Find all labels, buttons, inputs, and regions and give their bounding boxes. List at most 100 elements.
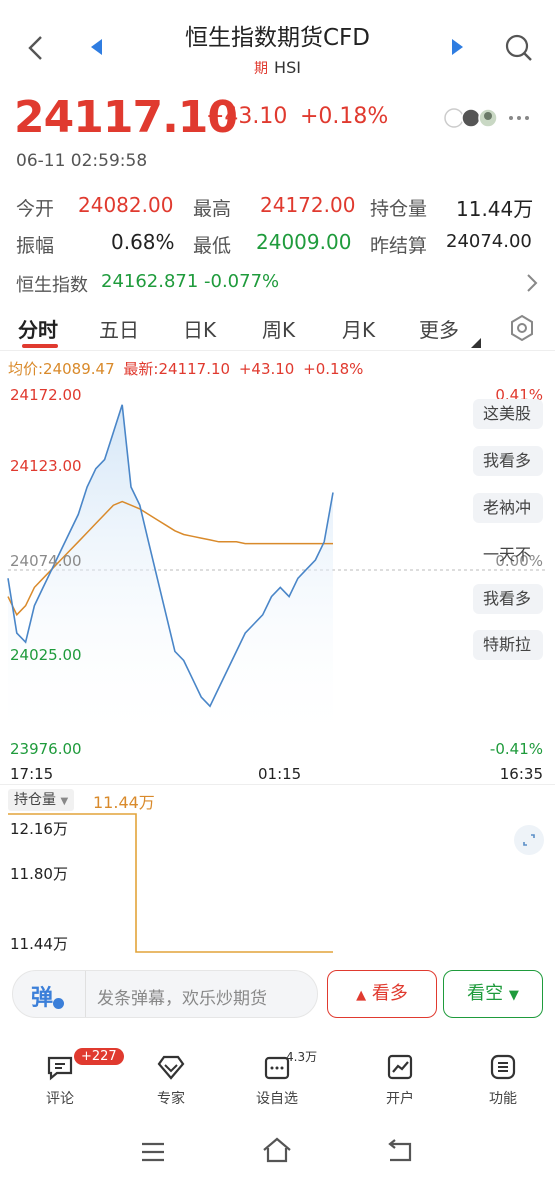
danmaku-chip[interactable]: 我看多 bbox=[473, 446, 543, 476]
bull-label: 看多 bbox=[371, 983, 408, 1004]
last-price: 24117.10 bbox=[14, 92, 238, 143]
index-label: 恒生指数 bbox=[16, 275, 88, 296]
triangle-right-icon bbox=[452, 39, 463, 55]
nav-functions[interactable]: 功能 bbox=[463, 1052, 543, 1108]
bear-label: 看空 bbox=[467, 983, 504, 1004]
more-dots-icon bbox=[509, 116, 529, 120]
high-value: 24172.00 bbox=[260, 193, 356, 217]
symbol-subtitle: 期 HSI bbox=[0, 58, 555, 78]
futures-tag: 期 bbox=[254, 61, 269, 77]
price-change-pct: +0.18% bbox=[300, 104, 389, 129]
tab-weekly-k[interactable]: 周K bbox=[262, 314, 295, 343]
amplitude-label: 振幅 bbox=[16, 235, 55, 257]
danmaku-chip[interactable]: 特斯拉 bbox=[473, 630, 543, 660]
bear-button[interactable]: 看空 ▼ bbox=[443, 970, 543, 1018]
y-label-base: 24074.00 bbox=[10, 552, 82, 570]
viewer-avatars[interactable] bbox=[444, 106, 504, 130]
home-icon bbox=[263, 1137, 291, 1163]
check-badge-icon bbox=[53, 998, 64, 1009]
low-label: 最低 bbox=[193, 235, 232, 257]
chart-legend: 均价:24089.47 最新:24117.10 +43.10 +0.18% bbox=[8, 358, 363, 379]
menu-box-icon bbox=[490, 1054, 516, 1080]
input-divider bbox=[85, 971, 86, 1017]
oi-chart bbox=[8, 813, 333, 953]
search-icon bbox=[505, 34, 532, 61]
tab-five-day[interactable]: 五日 bbox=[99, 314, 139, 343]
nav-open-account-label: 开户 bbox=[386, 1091, 414, 1107]
legend-avg: 均价:24089.47 bbox=[8, 360, 115, 378]
oi-value: 11.44万 bbox=[456, 197, 534, 221]
symbol-code: HSI bbox=[274, 58, 301, 77]
legend-chg: +43.10 bbox=[238, 360, 295, 378]
next-symbol-button[interactable] bbox=[448, 38, 466, 56]
tab-divider bbox=[0, 350, 555, 351]
danmaku-input[interactable]: 弹 发条弹幕，欢乐炒期货 bbox=[12, 970, 318, 1018]
open-value: 24082.00 bbox=[78, 193, 174, 217]
diamond-icon bbox=[157, 1055, 185, 1080]
page-title: 恒生指数期货CFD bbox=[185, 25, 370, 51]
index-value: 24162.871 bbox=[101, 271, 199, 292]
index-pct: -0.077% bbox=[204, 271, 280, 292]
x-label-end: 16:35 bbox=[499, 765, 543, 783]
system-back-button[interactable] bbox=[386, 1138, 414, 1164]
open-label: 今开 bbox=[16, 198, 55, 220]
price-change: +43.10 bbox=[206, 104, 288, 129]
danmaku-chip[interactable]: 我看多 bbox=[473, 584, 543, 614]
tab-intraday[interactable]: 分时 bbox=[18, 314, 58, 343]
nav-functions-label: 功能 bbox=[489, 1091, 517, 1107]
gear-icon bbox=[511, 314, 533, 342]
high-label: 最高 bbox=[193, 198, 232, 220]
tab-monthly-k[interactable]: 月K bbox=[342, 314, 375, 343]
pct-label-low: -0.41% bbox=[489, 740, 543, 758]
system-menu-button[interactable] bbox=[140, 1140, 166, 1164]
tab-active-indicator bbox=[22, 344, 58, 348]
search-button[interactable] bbox=[504, 33, 534, 63]
nav-add-watchlist-label: 设自选 bbox=[256, 1091, 298, 1107]
nav-experts-label: 专家 bbox=[157, 1091, 185, 1107]
nav-experts[interactable]: 专家 bbox=[131, 1052, 211, 1108]
oi-line bbox=[8, 813, 333, 953]
low-value: 24009.00 bbox=[256, 230, 352, 254]
y-label-upper: 24123.00 bbox=[10, 457, 82, 475]
nav-comments-label: 评论 bbox=[46, 1091, 74, 1107]
chat-bubble-icon bbox=[47, 1056, 73, 1081]
prev-settle-value: 24074.00 bbox=[446, 231, 532, 252]
amplitude-value: 0.68% bbox=[111, 230, 175, 254]
tab-more[interactable]: 更多 bbox=[419, 314, 459, 343]
danmaku-placeholder: 发条弹幕，欢乐炒期货 bbox=[97, 989, 267, 1009]
subchart-divider bbox=[0, 784, 555, 785]
expand-icon bbox=[523, 834, 535, 846]
dropdown-corner-icon bbox=[471, 338, 481, 348]
x-label-start: 17:15 bbox=[10, 765, 54, 783]
chart-settings-button[interactable] bbox=[508, 314, 536, 342]
expand-chart-button[interactable] bbox=[514, 825, 544, 855]
y-label-high: 24172.00 bbox=[10, 386, 82, 404]
danmaku-chip[interactable]: 这美股 bbox=[473, 399, 543, 429]
prev-settle-label: 昨结算 bbox=[370, 235, 428, 257]
hamburger-icon bbox=[142, 1142, 164, 1162]
watchlist-count: 4.3万 bbox=[286, 1050, 318, 1064]
chevron-right-icon bbox=[527, 274, 538, 292]
y-label-lower: 24025.00 bbox=[10, 646, 82, 664]
danmaku-chip[interactable]: 一天不 bbox=[473, 540, 543, 570]
back-arrow-icon bbox=[388, 1139, 412, 1162]
y-label-low: 23976.00 bbox=[10, 740, 82, 758]
nav-open-account[interactable]: 开户 bbox=[360, 1052, 440, 1108]
x-label-mid: 01:15 bbox=[258, 765, 302, 783]
more-button[interactable] bbox=[508, 110, 530, 126]
bull-button[interactable]: ▲ 看多 bbox=[327, 970, 437, 1018]
danmaku-chip[interactable]: 老衲冲 bbox=[473, 493, 543, 523]
triangle-down-icon: ▼ bbox=[508, 988, 519, 1003]
avatar-group-icon bbox=[444, 108, 498, 128]
tab-daily-k[interactable]: 日K bbox=[183, 314, 216, 343]
index-row[interactable]: 恒生指数 24162.871 -0.077% bbox=[0, 262, 555, 302]
quote-timestamp: 06-11 02:59:58 bbox=[16, 151, 148, 171]
legend-pct: +0.18% bbox=[303, 360, 364, 378]
system-home-button[interactable] bbox=[262, 1136, 292, 1164]
danmaku-icon: 弹 bbox=[31, 986, 54, 1011]
legend-latest: 最新:24117.10 bbox=[123, 360, 231, 378]
intraday-chart[interactable] bbox=[0, 380, 555, 760]
comments-badge: +227 bbox=[74, 1048, 124, 1065]
oi-label: 持仓量 bbox=[370, 198, 428, 220]
trend-chart-icon bbox=[387, 1054, 413, 1080]
